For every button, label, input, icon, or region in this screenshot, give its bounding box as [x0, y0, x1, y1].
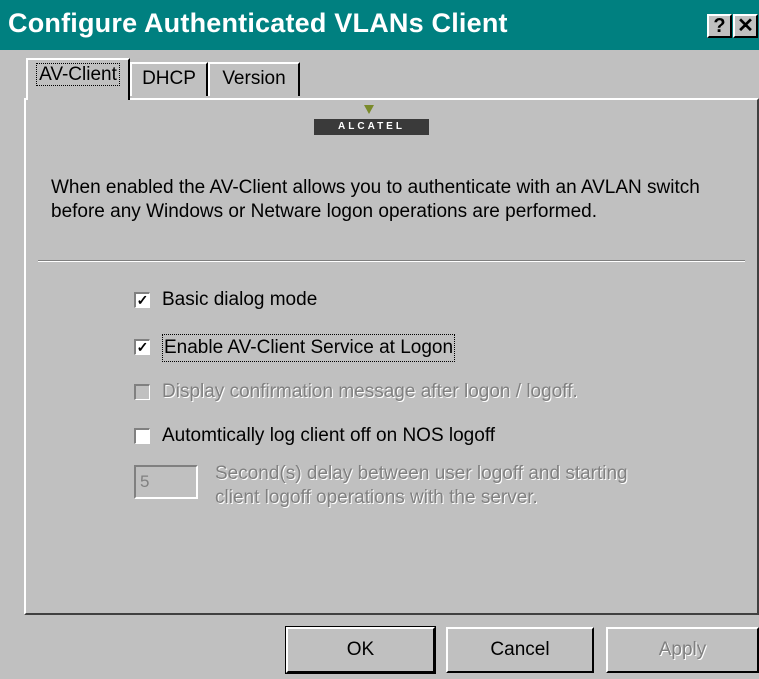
help-button[interactable]: ? — [707, 14, 732, 38]
close-button[interactable]: ✕ — [733, 14, 758, 38]
delay-seconds-input[interactable]: 5 — [134, 465, 198, 499]
close-icon: ✕ — [737, 15, 754, 37]
checkbox-label: Automtically log client off on NOS logof… — [162, 425, 496, 446]
help-icon: ? — [713, 15, 726, 37]
checkbox-label: Basic dialog mode — [162, 289, 318, 310]
tab-label: AV-Client — [36, 63, 120, 86]
alcatel-logo: ALCATEL — [314, 105, 429, 143]
description-text: When enabled the AV-Client allows you to… — [51, 177, 700, 222]
checkbox-unchecked-icon[interactable] — [134, 384, 150, 400]
tab-version[interactable]: Version — [208, 62, 300, 96]
tab-label: DHCP — [142, 68, 196, 89]
ok-button[interactable]: OK — [285, 626, 436, 674]
tab-av-client[interactable]: AV-Client — [26, 58, 130, 100]
checkbox-checked-icon[interactable]: ✓ — [134, 339, 150, 355]
checkbox-label: Display confirmation message after logon… — [162, 381, 578, 402]
window-title: Configure Authenticated VLANs Client — [8, 8, 508, 38]
checkbox-label: Enable AV-Client Service at Logon — [162, 334, 456, 362]
tab-label: Version — [222, 68, 286, 89]
checkbox-checked-icon[interactable]: ✓ — [134, 292, 150, 308]
tab-dhcp[interactable]: DHCP — [130, 62, 208, 96]
logo-text: ALCATEL — [314, 119, 429, 135]
title-bar[interactable]: Configure Authenticated VLANs Client ? ✕ — [0, 0, 759, 50]
checkbox-unchecked-icon[interactable] — [134, 428, 150, 444]
apply-button[interactable]: Apply — [606, 627, 759, 673]
logo-arrow-icon — [364, 105, 374, 114]
separator — [38, 260, 745, 262]
delay-description: Second(s) delay between user logoff and … — [215, 463, 628, 508]
cancel-button[interactable]: Cancel — [446, 627, 594, 673]
